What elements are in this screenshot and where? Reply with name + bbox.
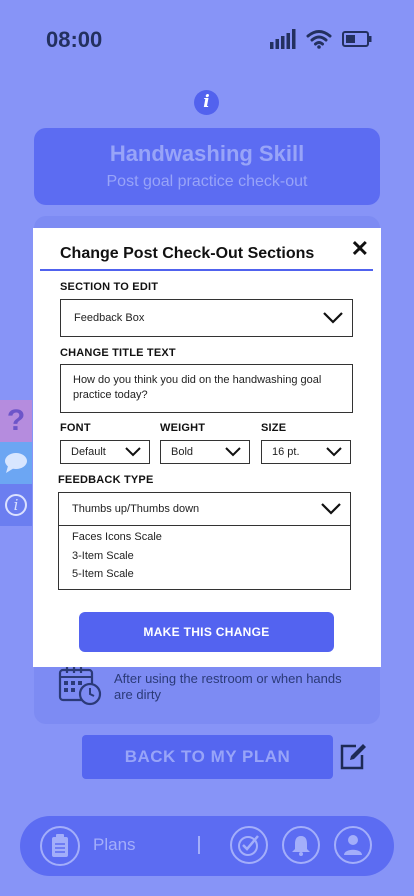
nav-divider [198,836,200,854]
status-time: 08:00 [46,27,103,52]
chevron-down-icon [225,447,241,457]
status-icons [270,29,372,49]
weight-label: WEIGHT [160,422,206,434]
skill-header-card: Handwashing Skill Post goal practice che… [34,128,380,205]
back-to-plan-button[interactable]: BACK TO MY PLAN [82,735,333,779]
chevron-down-icon [326,447,342,457]
size-select-value: 16 pt. [272,446,300,458]
info-tab[interactable]: i [0,484,32,526]
goal-text: After using the restroom or when hands a… [114,671,342,702]
change-title-text-label: CHANGE TITLE TEXT [60,347,176,359]
size-select[interactable]: 16 pt. [261,440,351,464]
chat-tab[interactable] [0,442,32,484]
goal-row: After using the restroom or when hands a… [58,664,368,706]
checkin-nav-button[interactable] [230,826,268,864]
profile-nav-button[interactable] [334,826,372,864]
feedback-option[interactable]: Faces Icons Scale [59,528,350,547]
chevron-down-icon [321,503,341,515]
feedback-type-select[interactable]: Thumbs up/Thumbs down [58,492,351,526]
clipboard-icon [52,834,68,857]
make-this-change-button[interactable]: MAKE THIS CHANGE [79,612,334,652]
title-text-value: How do you think you did on the handwash… [73,374,322,401]
feedback-option[interactable]: 3-Item Scale [59,547,350,566]
question-icon: ? [6,404,26,437]
side-tabs: ? i [0,400,32,526]
chevron-down-icon [323,312,343,324]
bottom-navigation: Plans [20,816,394,876]
bell-icon [292,836,310,856]
skill-title: Handwashing Skill [109,141,305,166]
weight-select-value: Bold [171,446,194,458]
check-circle-icon [238,835,259,856]
section-to-edit-label: SECTION TO EDIT [60,281,159,293]
feedback-type-value: Thumbs up/Thumbs down [72,503,200,515]
skill-subtitle: Post goal practice check-out [106,173,308,190]
info-circle-icon: i [5,494,27,516]
chat-bubble-icon [5,453,27,473]
font-select-value: Default [71,446,106,458]
calendar-clock-icon [58,666,102,706]
title-text-input[interactable]: How do you think you did on the handwash… [60,364,353,413]
title-divider [40,269,373,271]
plans-nav-label[interactable]: Plans [93,835,136,855]
size-label: SIZE [261,422,287,434]
plans-nav-button[interactable] [40,826,80,866]
help-tab[interactable]: ? [0,400,32,442]
close-icon[interactable]: ✕ [351,236,369,262]
wifi-icon [306,30,332,49]
modal-title: Change Post Check-Out Sections [60,245,315,262]
chevron-down-icon [125,447,141,457]
weight-select[interactable]: Bold [160,440,250,464]
feedback-type-options: Faces Icons Scale 3-Item Scale 5-Item Sc… [58,525,351,590]
font-label: FONT [60,422,91,434]
section-select-value: Feedback Box [74,312,145,324]
user-icon [344,835,362,855]
signal-icon [270,29,296,49]
section-select[interactable]: Feedback Box [60,299,353,337]
edit-icon[interactable] [338,742,368,772]
notifications-nav-button[interactable] [282,826,320,864]
font-select[interactable]: Default [60,440,150,464]
change-sections-modal: Change Post Check-Out Sections ✕ SECTION… [33,228,381,667]
feedback-option[interactable]: 5-Item Scale [59,565,350,584]
battery-icon [342,31,372,47]
info-icon[interactable]: i [194,90,219,115]
feedback-type-label: FEEDBACK TYPE [58,474,154,486]
